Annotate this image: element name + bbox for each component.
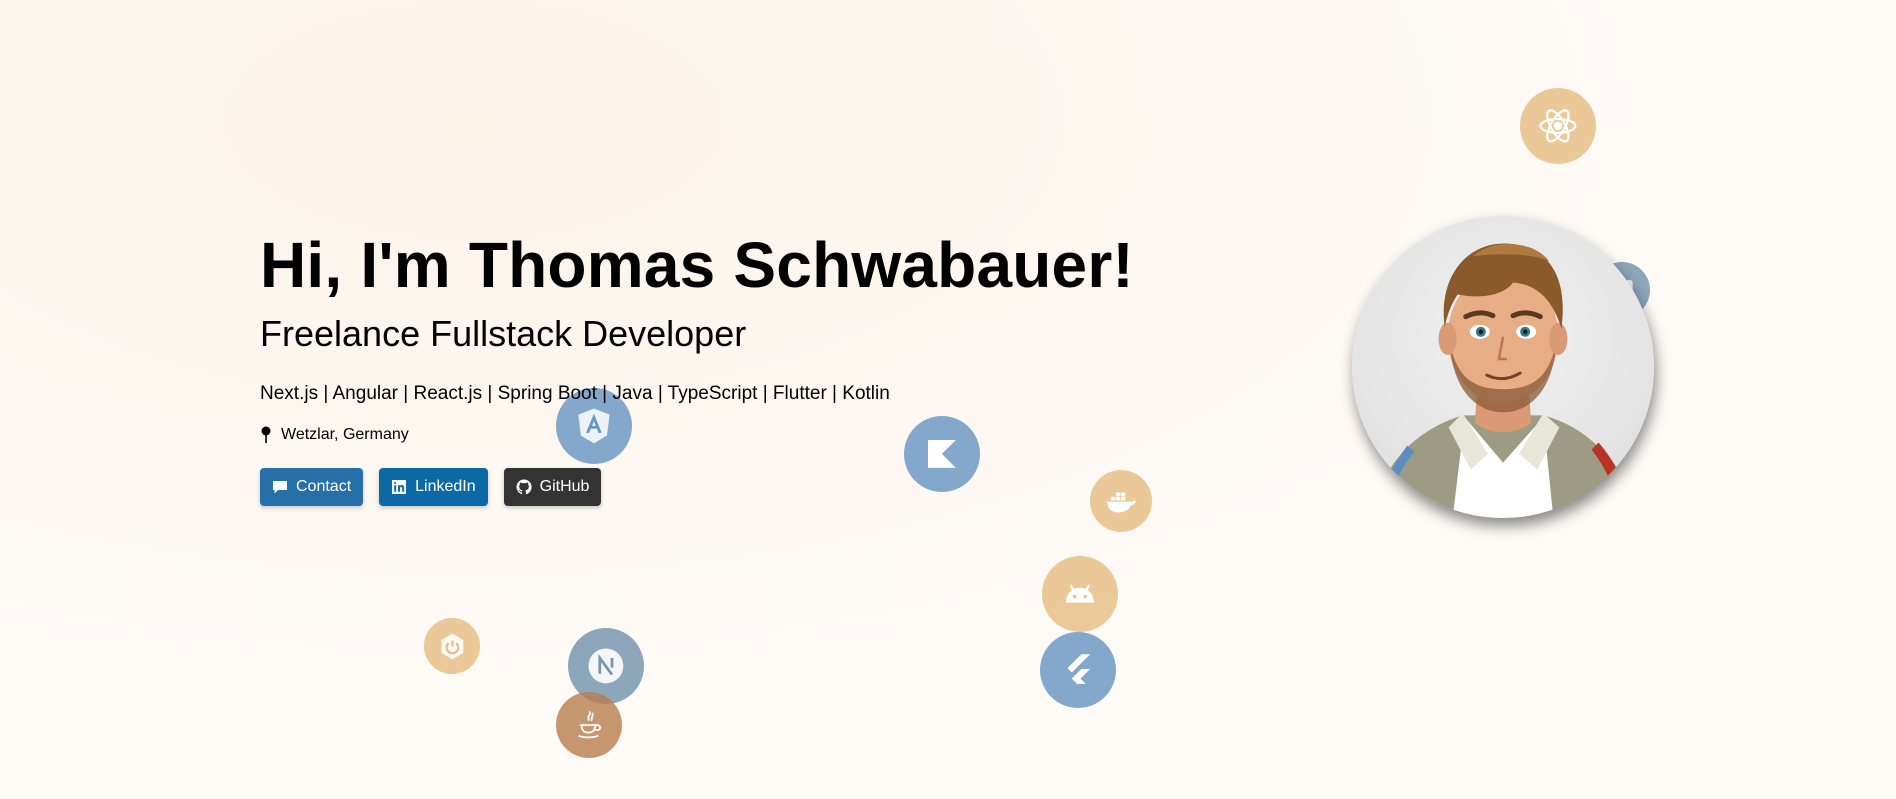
java-icon: [556, 692, 622, 758]
spring-icon: [424, 618, 480, 674]
github-icon: [516, 479, 532, 495]
tech-stack-text: Next.js | Angular | React.js | Spring Bo…: [260, 383, 890, 404]
contact-button[interactable]: Contact: [260, 468, 364, 506]
button-row: Contact LinkedIn GitHub: [260, 468, 1160, 506]
pin-icon: [261, 426, 271, 443]
contact-button-label: Contact: [296, 478, 352, 495]
location-text: Wetzlar, Germany: [281, 426, 409, 443]
linkedin-button[interactable]: LinkedIn: [379, 468, 488, 506]
github-button-label: GitHub: [539, 478, 590, 495]
page-title: Hi, I'm Thomas Schwabauer!: [260, 229, 1134, 301]
github-button[interactable]: GitHub: [503, 468, 602, 506]
linkedin-icon: [392, 480, 407, 494]
react-icon: [1520, 88, 1596, 164]
chat-icon: [273, 481, 287, 494]
location: Wetzlar, Germany: [260, 426, 1160, 444]
linkedin-button-label: LinkedIn: [415, 478, 476, 495]
android-icon: [1042, 556, 1118, 632]
hero-section: Hi, I'm Thomas Schwabauer! Freelance Ful…: [260, 226, 1160, 506]
subtitle: Freelance Fullstack Developer: [260, 313, 747, 354]
flutter-icon: [1040, 632, 1116, 708]
avatar: [1352, 216, 1654, 518]
